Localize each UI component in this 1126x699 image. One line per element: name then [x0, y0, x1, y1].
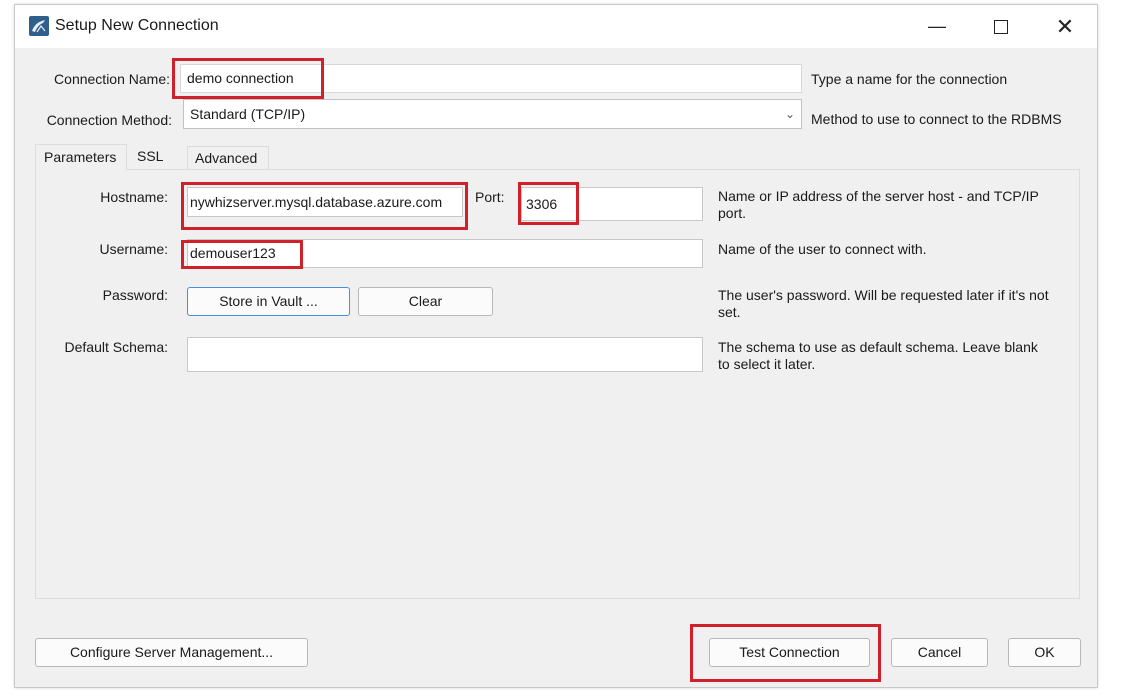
password-label: Password: [102, 287, 168, 303]
maximize-button[interactable] [969, 5, 1033, 48]
tab-parameters[interactable]: Parameters [35, 144, 127, 170]
hostname-label: Hostname: [100, 189, 168, 205]
connection-method-label: Connection Method: [46, 112, 172, 128]
minimize-button[interactable]: — [905, 5, 969, 48]
mysql-workbench-icon [29, 16, 49, 36]
tab-ssl[interactable]: SSL [137, 148, 163, 164]
minimize-icon: — [928, 16, 946, 36]
clear-password-button[interactable]: Clear [358, 287, 493, 316]
setup-connection-dialog: Setup New Connection — ✕ Connection Name… [14, 4, 1098, 688]
username-help: Name of the user to connect with. [718, 241, 927, 257]
hostname-highlight [181, 182, 468, 230]
connection-name-highlight [172, 58, 324, 99]
username-highlight [181, 240, 303, 269]
close-icon: ✕ [1055, 14, 1075, 39]
test-connection-highlight [690, 624, 881, 682]
connection-name-help: Type a name for the connection [811, 71, 1008, 87]
port-label: Port: [475, 189, 505, 205]
store-in-vault-button[interactable]: Store in Vault ... [187, 287, 350, 316]
schema-help: The schema to use as default schema. Lea… [718, 339, 1038, 372]
cancel-button[interactable]: Cancel [891, 638, 988, 667]
chevron-down-icon: ⌄ [784, 107, 795, 121]
parameters-panel [35, 169, 1080, 599]
title-bar: Setup New Connection — ✕ [15, 5, 1097, 48]
connection-method-select[interactable]: Standard (TCP/IP) ⌄ [183, 99, 802, 129]
configure-server-management-button[interactable]: Configure Server Management... [35, 638, 308, 667]
default-schema-input[interactable] [187, 337, 703, 372]
close-button[interactable]: ✕ [1033, 5, 1097, 48]
connection-name-label: Connection Name: [54, 71, 170, 87]
host-help: Name or IP address of the server host - … [718, 188, 1039, 221]
default-schema-label: Default Schema: [64, 339, 169, 355]
port-highlight [518, 182, 579, 225]
username-label: Username: [99, 241, 168, 257]
connection-method-value: Standard (TCP/IP) [190, 106, 306, 122]
ok-button[interactable]: OK [1008, 638, 1081, 667]
maximize-icon [994, 20, 1008, 35]
connection-method-help: Method to use to connect to the RDBMS [811, 111, 1062, 127]
password-help: The user's password. Will be requested l… [718, 287, 1049, 320]
tab-advanced[interactable]: Advanced [187, 146, 269, 170]
window-title: Setup New Connection [55, 17, 219, 34]
